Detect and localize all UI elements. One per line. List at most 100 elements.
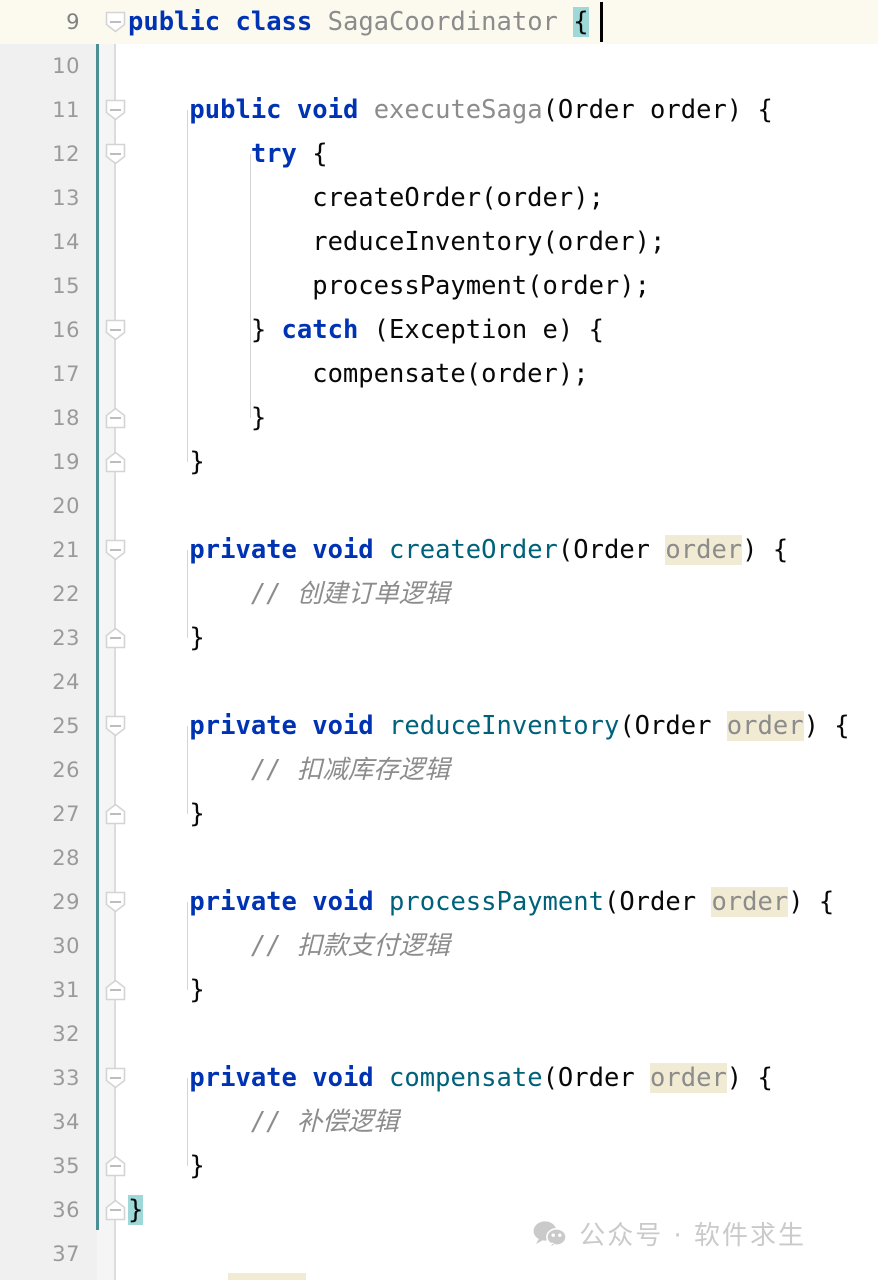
code-line[interactable]: 21 private void createOrder(Order order)…	[0, 528, 878, 572]
line-number[interactable]: 19	[0, 440, 80, 484]
code-text[interactable]: private void compensate(Order order) {	[128, 1056, 773, 1100]
fold-end-icon[interactable]	[105, 407, 126, 429]
line-number[interactable]: 24	[0, 660, 80, 704]
line-number[interactable]: 32	[0, 1012, 80, 1056]
fold-collapse-icon[interactable]	[105, 143, 126, 165]
code-line[interactable]: 28	[0, 836, 878, 880]
code-text[interactable]: public void executeSaga(Order order) {	[128, 88, 772, 132]
line-number[interactable]: 27	[0, 792, 80, 836]
code-line[interactable]: 25 private void reduceInventory(Order or…	[0, 704, 878, 748]
code-text[interactable]: compensate(order);	[128, 352, 588, 396]
code-text[interactable]: // 扣款支付逻辑	[128, 924, 450, 968]
code-line[interactable]: 33 private void compensate(Order order) …	[0, 1056, 878, 1100]
code-line[interactable]: 29 private void processPayment(Order ord…	[0, 880, 878, 924]
line-number[interactable]: 11	[0, 88, 80, 132]
line-number[interactable]: 13	[0, 176, 80, 220]
code-line[interactable]: 11 public void executeSaga(Order order) …	[0, 88, 878, 132]
code-text[interactable]: }	[128, 792, 204, 836]
code-text[interactable]: }	[128, 396, 266, 440]
line-number[interactable]: 18	[0, 396, 80, 440]
code-line[interactable]: 32	[0, 1012, 878, 1056]
fold-dash	[110, 989, 121, 991]
code-text[interactable]: // 扣减库存逻辑	[128, 748, 450, 792]
code-line[interactable]: 34 // 补偿逻辑	[0, 1100, 878, 1144]
line-number[interactable]: 21	[0, 528, 80, 572]
fold-collapse-icon[interactable]	[105, 539, 126, 561]
code-line[interactable]: 22 // 创建订单逻辑	[0, 572, 878, 616]
line-number[interactable]: 36	[0, 1188, 80, 1232]
fold-collapse-icon[interactable]	[105, 715, 126, 737]
code-line[interactable]: 20	[0, 484, 878, 528]
code-line[interactable]: 13 createOrder(order);	[0, 176, 878, 220]
line-number[interactable]: 12	[0, 132, 80, 176]
code-line[interactable]: 26 // 扣减库存逻辑	[0, 748, 878, 792]
code-line[interactable]: 12 try {	[0, 132, 878, 176]
line-number[interactable]: 23	[0, 616, 80, 660]
fold-collapse-icon[interactable]	[105, 319, 126, 341]
line-number[interactable]: 28	[0, 836, 80, 880]
fold-end-icon[interactable]	[105, 1199, 126, 1221]
line-number[interactable]: 16	[0, 308, 80, 352]
fold-end-icon[interactable]	[105, 627, 126, 649]
code-text[interactable]: processPayment(order);	[128, 264, 650, 308]
code-text[interactable]: }	[128, 440, 204, 484]
line-number[interactable]: 25	[0, 704, 80, 748]
fold-collapse-icon[interactable]	[105, 11, 126, 33]
line-number[interactable]: 20	[0, 484, 80, 528]
code-line[interactable]: 35 }	[0, 1144, 878, 1188]
code-line[interactable]: 19 }	[0, 440, 878, 484]
line-number[interactable]: 34	[0, 1100, 80, 1144]
fold-collapse-icon[interactable]	[105, 99, 126, 121]
line-number[interactable]: 22	[0, 572, 80, 616]
line-number[interactable]: 26	[0, 748, 80, 792]
fold-end-icon[interactable]	[105, 1155, 126, 1177]
code-line[interactable]: 9 public class SagaCoordinator {	[0, 0, 878, 44]
code-text[interactable]: } catch (Exception e) {	[128, 308, 604, 352]
code-line[interactable]: 16 } catch (Exception e) {	[0, 308, 878, 352]
code-text[interactable]: }	[128, 968, 204, 1012]
code-line[interactable]: 18 }	[0, 396, 878, 440]
code-line[interactable]: 31 }	[0, 968, 878, 1012]
fold-end-icon[interactable]	[105, 979, 126, 1001]
code-line[interactable]: 17 compensate(order);	[0, 352, 878, 396]
code-text[interactable]: }	[128, 1144, 204, 1188]
code-line[interactable]: 15 processPayment(order);	[0, 264, 878, 308]
line-number[interactable]: 33	[0, 1056, 80, 1100]
line-number[interactable]: 17	[0, 352, 80, 396]
line-number[interactable]: 15	[0, 264, 80, 308]
code-text[interactable]: private void reduceInventory(Order order…	[128, 704, 850, 748]
fold-collapse-icon[interactable]	[105, 891, 126, 913]
code-text[interactable]: createOrder(order);	[128, 176, 604, 220]
fold-end-icon[interactable]	[105, 803, 126, 825]
code-text[interactable]: public class SagaCoordinator {	[128, 0, 589, 44]
code-token: // 扣减库存逻辑	[128, 755, 450, 785]
code-text[interactable]: // 补偿逻辑	[128, 1100, 399, 1144]
line-number[interactable]: 31	[0, 968, 80, 1012]
code-line[interactable]: 30 // 扣款支付逻辑	[0, 924, 878, 968]
code-line[interactable]: 27 }	[0, 792, 878, 836]
code-line[interactable]: 10	[0, 44, 878, 88]
code-text[interactable]: try {	[128, 132, 328, 176]
code-text[interactable]: private void createOrder(Order order) {	[128, 528, 788, 572]
code-text[interactable]: private void processPayment(Order order)…	[128, 880, 834, 924]
line-number[interactable]: 35	[0, 1144, 80, 1188]
line-number[interactable]: 9	[0, 0, 80, 44]
code-text[interactable]: }	[128, 1188, 144, 1232]
line-number[interactable]: 10	[0, 44, 80, 88]
line-number[interactable]: 30	[0, 924, 80, 968]
line-number[interactable]: 14	[0, 220, 80, 264]
fold-end-icon[interactable]	[105, 451, 126, 473]
line-number[interactable]: 29	[0, 880, 80, 924]
code-token: reduceInventory(order);	[128, 227, 666, 257]
fold-collapse-icon[interactable]	[105, 1067, 126, 1089]
code-text[interactable]: }	[128, 616, 204, 660]
code-editor[interactable]: 9 public class SagaCoordinator { 10 11 publ…	[0, 0, 878, 1280]
code-line[interactable]: 14 reduceInventory(order);	[0, 220, 878, 264]
code-text[interactable]: // 创建订单逻辑	[128, 572, 450, 616]
code-line[interactable]: 24	[0, 660, 878, 704]
code-line[interactable]: 23 }	[0, 616, 878, 660]
code-text[interactable]: reduceInventory(order);	[128, 220, 665, 264]
line-number[interactable]: 37	[0, 1232, 80, 1276]
